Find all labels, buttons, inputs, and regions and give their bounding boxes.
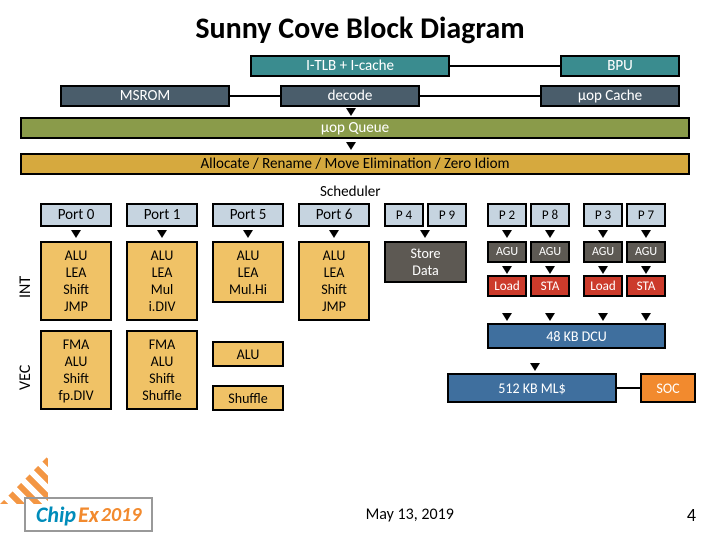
arrow-down-icon	[530, 363, 540, 371]
arrow-down-icon	[243, 230, 253, 238]
load-p2: Load	[487, 275, 527, 297]
arrow-down-icon	[641, 266, 651, 274]
port-5: Port 5	[212, 203, 284, 227]
vec-port5a: ALU	[212, 341, 284, 367]
arrow-down-icon	[502, 266, 512, 274]
vec-port0: FMA ALU Shift fp.DIV	[40, 330, 112, 410]
arrow-down-icon	[641, 230, 651, 238]
arrow-down-icon	[545, 266, 555, 274]
arrow-down-icon	[502, 230, 512, 238]
arrow-down-icon	[420, 230, 430, 238]
connector	[617, 387, 640, 389]
agu-p8: AGU	[530, 241, 570, 263]
bpu: BPU	[560, 55, 680, 77]
logo: ChipEx2019	[24, 497, 153, 532]
footer-date: May 13, 2019	[153, 505, 666, 524]
arrow-down-icon	[598, 313, 608, 321]
logo-year: 2019	[101, 503, 142, 527]
port-2: P 2	[487, 203, 527, 227]
logo-text-b: Ex	[78, 501, 99, 528]
vec-port5b: Shuffle	[212, 385, 284, 411]
logo-text-a: Chip	[36, 501, 76, 528]
uop-cache: µop Cache	[540, 85, 680, 107]
arrow-down-icon	[545, 230, 555, 238]
sta-p7: STA	[626, 275, 666, 297]
arrow-down-icon	[598, 266, 608, 274]
int-port6: ALU LEA Shift JMP	[298, 241, 370, 321]
allocate-row: Allocate / Rename / Move Elimination / Z…	[20, 153, 690, 175]
port-6: Port 6	[298, 203, 370, 227]
arrow-down-icon	[346, 108, 356, 116]
port-1: Port 1	[126, 203, 198, 227]
agu-p3: AGU	[583, 241, 623, 263]
sta-p8: STA	[530, 275, 570, 297]
arrow-down-icon	[502, 313, 512, 321]
arrow-down-icon	[329, 230, 339, 238]
msrom: MSROM	[60, 85, 230, 107]
port-4: P 4	[384, 203, 424, 227]
slide-number: 4	[666, 504, 696, 526]
arrow-down-icon	[545, 313, 555, 321]
port-3: P 3	[583, 203, 623, 227]
port-8: P 8	[530, 203, 570, 227]
arrow-down-icon	[598, 230, 608, 238]
page-title: Sunny Cove Block Diagram	[0, 0, 720, 55]
int-label: INT	[16, 251, 35, 323]
int-port5: ALU LEA Mul.Hi	[212, 241, 284, 303]
arrow-down-icon	[641, 313, 651, 321]
connector	[450, 65, 560, 67]
agu-p7: AGU	[626, 241, 666, 263]
arrow-down-icon	[346, 142, 356, 150]
store-data: Store Data	[384, 241, 467, 283]
arrow-down-icon	[157, 230, 167, 238]
dcu: 48 KB DCU	[487, 323, 666, 349]
int-port1: ALU LEA Mul i.DIV	[126, 241, 198, 321]
vec-label: VEC	[16, 341, 35, 413]
port-9: P 9	[427, 203, 467, 227]
vec-port1: FMA ALU Shift Shuffle	[126, 330, 198, 410]
agu-p2: AGU	[487, 241, 527, 263]
arrow-down-icon	[71, 230, 81, 238]
footer: ChipEx2019 May 13, 2019 4	[0, 497, 720, 532]
connector	[230, 95, 280, 97]
soc: SOC	[640, 373, 696, 403]
port-7: P 7	[626, 203, 666, 227]
port-0: Port 0	[40, 203, 112, 227]
uop-queue: µop Queue	[20, 117, 690, 139]
int-port0: ALU LEA Shift JMP	[40, 241, 112, 321]
scheduler-label: Scheduler	[320, 183, 380, 201]
itlb-icache: I-TLB + I-cache	[250, 55, 450, 77]
ml-cache: 512 KB ML$	[447, 373, 617, 403]
connector	[420, 95, 540, 97]
decode: decode	[280, 85, 420, 107]
load-p3: Load	[583, 275, 623, 297]
